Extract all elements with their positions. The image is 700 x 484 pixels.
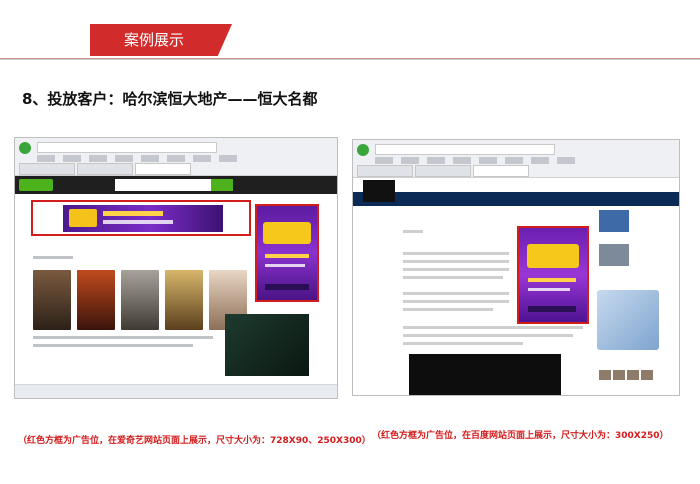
article-text xyxy=(403,276,503,279)
ad-badge xyxy=(263,222,311,244)
ad-footer-strip xyxy=(265,284,309,290)
browser-logo-icon xyxy=(19,142,31,154)
article-text xyxy=(403,260,509,263)
poster-captions xyxy=(33,336,213,339)
case-heading: 8、投放客户：哈尔滨恒大地产——恒大名都 xyxy=(22,90,318,108)
article-text xyxy=(403,300,509,303)
article-text xyxy=(403,292,509,295)
browser-chrome xyxy=(353,140,679,178)
sidebar-thumb xyxy=(627,370,639,380)
movie-poster xyxy=(33,270,71,330)
browser-tab xyxy=(415,165,471,177)
address-bar xyxy=(37,142,217,153)
section-banner: 案例展示 xyxy=(90,24,232,56)
sidebar-thumb xyxy=(599,210,629,232)
browser-tabs xyxy=(19,163,333,175)
ad-headline xyxy=(528,278,576,282)
article-text xyxy=(403,334,573,337)
ad-badge xyxy=(69,209,97,227)
taskbar xyxy=(15,384,337,398)
video-block xyxy=(409,354,561,395)
ad-creative xyxy=(63,205,223,232)
article-text xyxy=(403,308,493,311)
caption-baidu: （红色方框为广告位，在百度网站页面上展示，尺寸大小为：300X250） xyxy=(372,431,669,441)
site-nav xyxy=(353,192,679,206)
site-search-box xyxy=(115,179,225,191)
sidebar-thumb xyxy=(599,370,611,380)
iqiyi-screenshot xyxy=(14,137,338,399)
browser-logo-icon xyxy=(357,144,369,156)
article-text xyxy=(403,342,523,345)
poster-row xyxy=(33,270,247,330)
site-search-button xyxy=(211,179,233,191)
section-label xyxy=(33,256,73,259)
article-text xyxy=(403,326,583,329)
bookmarks-bar xyxy=(37,155,237,162)
movie-poster xyxy=(165,270,203,330)
browser-tab xyxy=(77,163,133,175)
ad-slot-300x250 xyxy=(517,226,589,324)
sidebar-thumb xyxy=(599,244,629,266)
site-header xyxy=(15,176,337,194)
site-logo xyxy=(363,180,395,202)
movie-poster xyxy=(121,270,159,330)
browser-tabs xyxy=(357,165,675,177)
sidebar-thumb-row xyxy=(599,370,653,380)
ad-subline xyxy=(103,220,173,224)
ad-headline xyxy=(265,254,309,258)
sidebar-thumb xyxy=(641,370,653,380)
article-text xyxy=(403,230,423,233)
ad-footer-strip xyxy=(528,306,576,312)
site-logo xyxy=(19,179,53,191)
divider-accent xyxy=(0,58,700,59)
ad-subline xyxy=(528,288,570,291)
bookmarks-bar xyxy=(375,157,575,164)
ad-slot-250x300 xyxy=(255,204,319,302)
browser-tab xyxy=(135,163,191,175)
section-banner-title: 案例展示 xyxy=(123,31,184,49)
ad-headline xyxy=(103,211,163,216)
caption-iqiyi: （红色方框为广告位，在爱奇艺网站页面上展示，尺寸大小为：728X90、250X3… xyxy=(18,436,371,446)
baidu-screenshot xyxy=(352,139,680,396)
ad-badge xyxy=(527,244,579,268)
featured-movie xyxy=(225,314,309,376)
address-bar xyxy=(375,144,555,155)
ad-slot-728x90 xyxy=(31,200,251,236)
article-text xyxy=(403,268,509,271)
article-text xyxy=(403,252,509,255)
browser-tab xyxy=(357,165,413,177)
sidebar-thumb xyxy=(613,370,625,380)
sidebar-image xyxy=(597,290,659,350)
movie-poster xyxy=(77,270,115,330)
ad-subline xyxy=(265,264,305,267)
browser-tab xyxy=(473,165,529,177)
poster-captions xyxy=(33,344,193,347)
browser-chrome xyxy=(15,138,337,176)
browser-tab xyxy=(19,163,75,175)
